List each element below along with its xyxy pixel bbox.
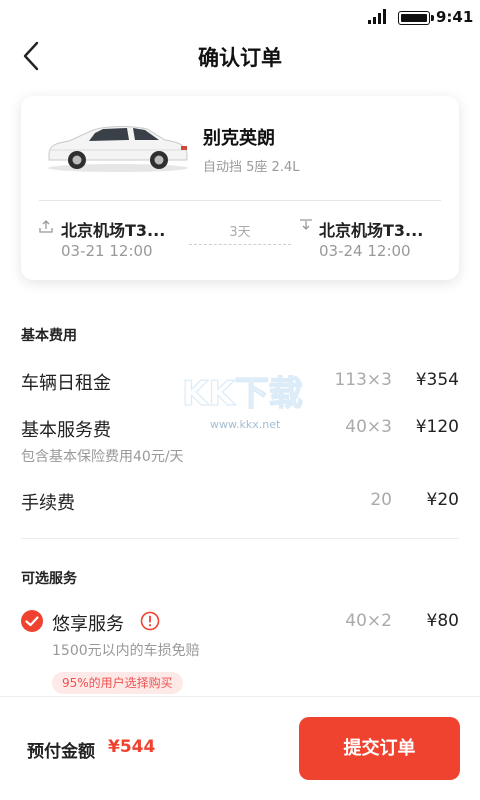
service-calc-enjoy: 40×2 <box>345 611 392 631</box>
service-amount-enjoy: ¥80 <box>426 611 459 631</box>
footer-bar: 预付金额 ¥544 提交订单 <box>0 696 480 800</box>
fee-calc-handling: 20 <box>370 490 392 510</box>
status-time: 9:41 <box>436 8 474 26</box>
prepay-amount: ¥544 <box>108 737 156 757</box>
duration-line <box>189 244 291 245</box>
page-title: 确认订单 <box>198 46 282 70</box>
rental-duration: 3天 <box>229 225 251 240</box>
svg-text:www.kkx.net: www.kkx.net <box>210 418 281 431</box>
divider <box>39 200 441 201</box>
return-time: 03-24 12:00 <box>319 242 411 260</box>
upload-arrow-icon <box>39 220 53 233</box>
fee-note-service: 包含基本保险费用40元/天 <box>21 449 184 465</box>
pickup-location: 北京机场T3... <box>61 221 166 240</box>
battery-icon <box>398 11 434 25</box>
car-spec: 自动挡 5座 2.4L <box>203 160 300 175</box>
car-image <box>48 126 188 172</box>
car-card: 别克英朗 自动挡 5座 2.4L 北京机场T3... 03-21 12:00 3… <box>21 96 459 280</box>
status-bar: 9:41 <box>0 0 480 34</box>
car-name: 别克英朗 <box>203 128 275 149</box>
signal-bars-icon <box>368 9 388 24</box>
submit-order-button[interactable]: 提交订单 <box>299 717 460 780</box>
section-divider <box>21 538 459 539</box>
fee-label-service: 基本服务费 <box>21 420 111 441</box>
section-title-basic-fees: 基本费用 <box>21 328 77 344</box>
download-arrow-icon <box>300 219 312 230</box>
fee-amount-service: ¥120 <box>415 417 459 437</box>
return-location: 北京机场T3... <box>319 221 424 240</box>
pickup-time: 03-21 12:00 <box>61 242 153 260</box>
info-icon[interactable] <box>140 611 160 631</box>
nav-bar: 确认订单 <box>0 34 480 78</box>
service-label-enjoy: 悠享服务 <box>52 614 124 635</box>
service-note-enjoy: 1500元以内的车损免赔 <box>52 643 200 659</box>
fee-calc-daily-rent: 113×3 <box>334 370 392 390</box>
svg-text:KK下载: KK下载 <box>182 374 303 414</box>
section-title-optional: 可选服务 <box>21 571 77 587</box>
fee-label-daily-rent: 车辆日租金 <box>21 373 111 394</box>
fee-label-handling: 手续费 <box>21 493 75 514</box>
service-badge: 95%的用户选择购买 <box>52 672 183 694</box>
fee-amount-daily-rent: ¥354 <box>415 370 459 390</box>
checkbox-checked-icon[interactable] <box>20 609 44 633</box>
fee-amount-handling: ¥20 <box>426 490 459 510</box>
prepay-label: 预付金额 <box>27 742 95 762</box>
fee-calc-service: 40×3 <box>345 417 392 437</box>
